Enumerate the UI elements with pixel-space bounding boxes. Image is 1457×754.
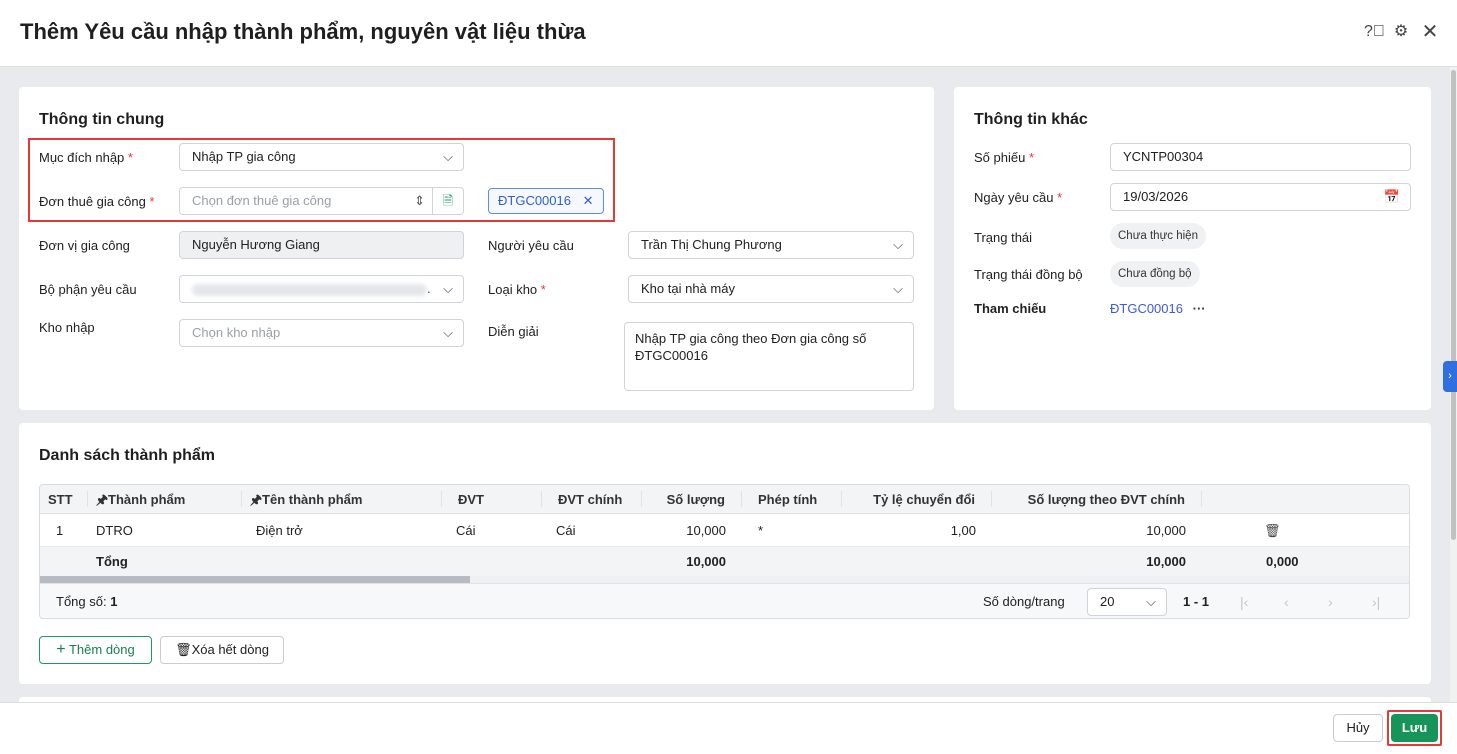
sync-label: Trạng thái đồng bộ [974,267,1083,282]
warehouse-select[interactable]: Chọn kho nhập ⌵ [179,319,464,347]
gear-icon[interactable]: ⚙ [1391,22,1411,42]
search-document-icon[interactable]: 🗎 [432,188,463,214]
order-tag[interactable]: ĐTGC00016 ✕ [488,188,604,214]
total-count: Tổng số: 1 [56,594,118,609]
desc-label: Diễn giải [488,324,539,339]
cell-rate: 1,00 [950,523,976,538]
dept-select[interactable]: . ⌵ [179,275,464,303]
processor-label: Đơn vị gia công [39,238,130,253]
col-main-unit: ĐVT chính [542,490,642,508]
warehouse-type-select[interactable]: Kho tại nhà máy ⌵ [628,275,914,303]
total-qty: 10,000 [686,554,726,569]
cell-unit: Cái [456,523,476,538]
close-icon[interactable]: ✕ [1420,22,1440,42]
section-title: Thông tin khác [974,111,1088,128]
sort-icon: ⇕ [414,193,425,208]
warehouse-type-label: Loại kho * [488,282,546,297]
col-qty: Số lượng [642,490,742,508]
cell-main-qty: 10,000 [1146,523,1186,538]
desc-textarea[interactable]: Nhập TP gia công theo Đơn gia công số ĐT… [624,322,914,391]
scrollbar-thumb[interactable] [1451,70,1456,540]
cell-stt: 1 [56,523,64,538]
date-label: Ngày yêu cầu * [974,190,1063,205]
trash-icon: 🗑 [175,642,192,657]
cell-op: * [758,523,764,538]
horizontal-scrollbar[interactable] [40,576,1409,584]
cell-name: Điện trở [256,523,303,538]
last-page-icon[interactable]: ›| [1364,584,1388,618]
requester-select[interactable]: Trần Thị Chung Phương ⌵ [628,231,914,259]
col-rate: Tỷ lệ chuyển đổi [842,490,992,508]
remove-tag-icon[interactable]: ✕ [583,193,594,208]
number-label: Số phiếu * [974,150,1035,165]
side-panel-toggle[interactable]: › [1443,361,1457,392]
scrollbar-thumb[interactable] [40,576,470,583]
col-main-qty: Số lượng theo ĐVT chính [992,490,1202,508]
cell-code: DTRO [96,523,133,538]
cell-qty: 10,000 [686,523,726,538]
blurred-text [192,283,427,296]
order-combobox[interactable]: Chọn đơn thuê gia công ⇕ 🗎 [179,187,464,215]
section-title: Thông tin chung [39,111,165,128]
first-page-icon[interactable]: |‹ [1232,584,1256,618]
col-op: Phép tính [742,490,842,508]
dialog-title: Thêm Yêu cầu nhập thành phẩm, nguyên vật… [20,19,586,44]
requester-label: Người yêu cầu [488,238,574,253]
number-input[interactable]: YCNTP00304 [1110,143,1411,171]
total-extra: 0,000 [1266,554,1299,569]
warehouse-label: Kho nhập [39,320,95,335]
processor-field: Nguyễn Hương Giang [179,231,464,259]
total-label: Tổng [96,554,128,569]
ref-link[interactable]: ĐTGC00016 ··· [1110,301,1206,316]
page-size-select[interactable]: 20 ⌵ [1087,588,1167,616]
ref-label: Tham chiếu [974,301,1047,316]
calendar-icon[interactable]: 📅 [1384,184,1400,210]
table-row[interactable]: 1 DTRO Điện trở Cái Cái 10,000 * 1,00 10… [40,514,1409,547]
col-code[interactable]: 🖈Thành phẩm [88,490,242,508]
sync-badge: Chưa đồng bộ [1110,261,1200,287]
pin-icon: 🖈 [96,491,109,507]
clear-rows-button[interactable]: 🗑Xóa hết dòng [160,636,284,664]
col-name[interactable]: 🖈Tên thành phẩm [242,490,442,508]
status-badge: Chưa thực hiện [1110,223,1206,249]
total-main-qty: 10,000 [1146,554,1186,569]
date-input[interactable]: 19/03/2026 📅 [1110,183,1411,211]
total-row: Tổng 10,000 10,000 0,000 [40,547,1409,576]
trash-icon[interactable]: 🗑 [1256,514,1286,546]
col-unit: ĐVT [442,490,542,508]
page-range: 1 - 1 [1183,594,1210,609]
table-footer: Tổng số: 1 Số dòng/trang 20 ⌵ 1 - 1 |‹ ‹ … [40,584,1409,618]
status-label: Trạng thái [974,230,1033,245]
col-stt: STT [40,490,88,508]
purpose-label: Mục đích nhập * [39,150,133,165]
prev-page-icon[interactable]: ‹ [1276,584,1297,618]
dept-label: Bộ phận yêu cầu [39,282,137,297]
pin-icon: 🖈 [250,491,263,507]
page-size-label: Số dòng/trang [983,594,1065,609]
dialog-footer [0,702,1457,754]
products-table: STT 🖈Thành phẩm 🖈Tên thành phẩm ĐVT ĐVT … [39,484,1410,619]
purpose-select[interactable]: Nhập TP gia công ⌵ [179,143,464,171]
table-header: STT 🖈Thành phẩm 🖈Tên thành phẩm ĐVT ĐVT … [40,485,1409,514]
help-icon[interactable]: ?⃝ [1364,22,1385,42]
add-row-button[interactable]: + Thêm dòng [39,636,152,664]
more-icon[interactable]: ··· [1193,301,1206,316]
next-page-icon[interactable]: › [1320,584,1341,618]
cell-main-unit: Cái [556,523,576,538]
save-button[interactable]: Lưu [1391,714,1438,742]
chevron-down-icon: ⌵ [443,149,453,164]
order-label: Đơn thuê gia công * [39,194,155,209]
section-title: Danh sách thành phẩm [39,447,216,464]
cancel-button[interactable]: Hủy [1333,714,1383,742]
